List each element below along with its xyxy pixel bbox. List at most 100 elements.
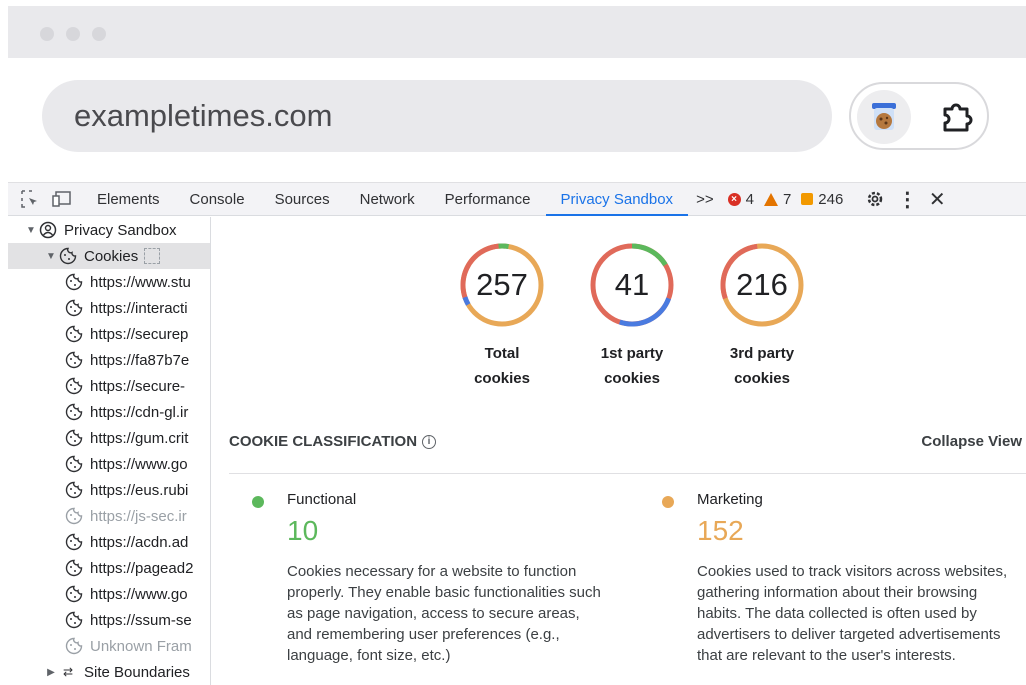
first-party-label-2: cookies [604, 370, 660, 387]
cookie-outline-icon [65, 325, 83, 343]
divider [229, 473, 1026, 474]
marketing-count: 152 [697, 515, 744, 546]
tree-item-frame[interactable]: https://www.go [8, 581, 210, 607]
tree-label-privacy-sandbox: Privacy Sandbox [64, 221, 177, 239]
collapse-view-button[interactable]: Collapse View [921, 433, 1022, 450]
tree-item-site-boundaries[interactable]: ▶ ⇄ Site Boundaries [8, 659, 210, 685]
minimize-window-button[interactable] [66, 27, 80, 41]
tree-label-site-boundaries: Site Boundaries [84, 663, 190, 681]
functional-description: Cookies necessary for a website to funct… [287, 563, 601, 664]
tree-label-frame: https://cdn-gl.ir [90, 403, 189, 421]
tab-console[interactable]: Console [175, 183, 260, 216]
third-party-label-1: 3rd party [729, 345, 795, 362]
cookie-outline-icon [65, 507, 83, 525]
tree-label-frame: https://interacti [90, 299, 188, 317]
tree-label-frame: https://eus.rubi [90, 481, 189, 499]
tree-item-frame[interactable]: https://interacti [8, 295, 210, 321]
tree-label-frame: https://securep [90, 325, 189, 343]
tab-elements[interactable]: Elements [82, 183, 175, 216]
tab-network[interactable]: Network [345, 183, 430, 216]
browser-window: exampletimes.com Elements Console Source… [8, 6, 1026, 685]
tree-item-frame[interactable]: https://pagead2 [8, 555, 210, 581]
total-cookies-label-1: Total [484, 345, 520, 362]
tab-performance[interactable]: Performance [430, 183, 546, 216]
cookie-icon [872, 103, 896, 130]
tree-label-frame: https://www.go [90, 585, 188, 603]
third-party-label-2: cookies [734, 370, 790, 387]
tree-item-frame[interactable]: https://cdn-gl.ir [8, 399, 210, 425]
cookie-extension-button[interactable] [857, 90, 911, 144]
functional-color-dot [252, 496, 264, 508]
first-party-cookies-stat: 41 1st party cookies [577, 241, 687, 391]
address-bar[interactable]: exampletimes.com [42, 80, 832, 152]
tree-item-frame[interactable]: https://ssum-se [8, 607, 210, 633]
tree-label-frame: https://ssum-se [90, 611, 192, 629]
third-party-cookies-stat: 216 3rd party cookies [707, 241, 817, 391]
tree-item-frame[interactable]: Unknown Fram [8, 633, 210, 659]
total-cookies-stat: 257 Total cookies [447, 241, 557, 391]
cookie-outline-icon [65, 637, 83, 655]
cookie-outline-icon [65, 533, 83, 551]
address-row: exampletimes.com [8, 58, 1026, 182]
privacy-sandbox-sidebar: ▼ Privacy Sandbox ▼ Cookies https://www.… [8, 217, 211, 685]
cookie-outline-icon [59, 247, 77, 265]
tree-label-frame: https://acdn.ad [90, 533, 189, 551]
tree-label-frame: https://pagead2 [90, 559, 194, 577]
tree-item-cookies[interactable]: ▼ Cookies [8, 243, 210, 269]
tree-item-privacy-sandbox[interactable]: ▼ Privacy Sandbox [8, 217, 210, 243]
close-window-button[interactable] [40, 27, 54, 41]
info-icon[interactable]: i [422, 434, 437, 449]
tree-item-frame[interactable]: https://www.go [8, 451, 210, 477]
site-boundaries-icon: ⇄ [62, 665, 74, 679]
classification-heading-text: COOKIE CLASSIFICATION [229, 433, 418, 450]
marketing-color-dot [662, 496, 674, 508]
tree-label-frame: https://secure- [90, 377, 186, 395]
tree-label-frame: https://www.go [90, 455, 188, 473]
cookie-outline-icon [65, 403, 83, 421]
tree-item-frame[interactable]: https://acdn.ad [8, 529, 210, 555]
frame-list: https://www.stu https://interacti https://… [8, 269, 210, 659]
settings-gear-icon[interactable] [863, 187, 887, 211]
issue-counters[interactable]: × 4 7 246 [727, 190, 854, 208]
tree-label-frame: Unknown Fram [90, 637, 192, 655]
functional-title: Functional [287, 491, 357, 508]
tree-item-frame[interactable]: https://eus.rubi [8, 477, 210, 503]
total-cookies-count: 257 [476, 267, 528, 302]
more-tabs-button[interactable]: >> [688, 183, 722, 216]
cookie-outline-icon [65, 429, 83, 447]
devtools-toolbar: Elements Console Sources Network Perform… [8, 182, 1026, 216]
cookies-landing-panel: 257 Total cookies 41 1st party cookies 2… [212, 217, 1026, 685]
tab-privacy-sandbox[interactable]: Privacy Sandbox [545, 183, 689, 216]
tree-item-frame[interactable]: https://www.stu [8, 269, 210, 295]
tree-item-frame[interactable]: https://securep [8, 321, 210, 347]
more-options-icon[interactable]: ⋮ [895, 187, 919, 211]
warning-count: 7 [782, 190, 792, 208]
inspect-element-icon[interactable] [18, 187, 42, 211]
tree-item-frame[interactable]: https://secure- [8, 373, 210, 399]
cookie-outline-icon [65, 611, 83, 629]
cookie-outline-icon [65, 559, 83, 577]
error-icon: × [727, 192, 741, 206]
tree-item-frame[interactable]: https://js-sec.ir [8, 503, 210, 529]
tree-label-frame: https://fa87b7e [90, 351, 190, 369]
collapsed-triangle-icon[interactable]: ▶ [44, 667, 58, 678]
first-party-label-1: 1st party [600, 345, 664, 362]
tree-item-frame[interactable]: https://fa87b7e [8, 347, 210, 373]
tree-item-frame[interactable]: https://gum.crit [8, 425, 210, 451]
close-devtools-icon[interactable]: ✕ [925, 187, 949, 211]
device-toolbar-icon[interactable] [50, 187, 74, 211]
first-party-count: 41 [614, 267, 650, 302]
marketing-title: Marketing [697, 491, 763, 508]
title-bar [8, 6, 1026, 58]
tab-sources[interactable]: Sources [260, 183, 345, 216]
total-cookies-label-2: cookies [474, 370, 530, 387]
maximize-window-button[interactable] [92, 27, 106, 41]
expand-triangle-icon[interactable]: ▼ [24, 225, 38, 236]
url-text: exampletimes.com [74, 98, 333, 133]
error-count: 4 [745, 190, 754, 208]
inspect-frame-icon[interactable] [144, 248, 161, 264]
expand-triangle-icon[interactable]: ▼ [44, 251, 58, 262]
marketing-description: Cookies used to track visitors across we… [697, 563, 1008, 664]
puzzle-icon[interactable] [939, 100, 973, 134]
cookie-outline-icon [65, 377, 83, 395]
